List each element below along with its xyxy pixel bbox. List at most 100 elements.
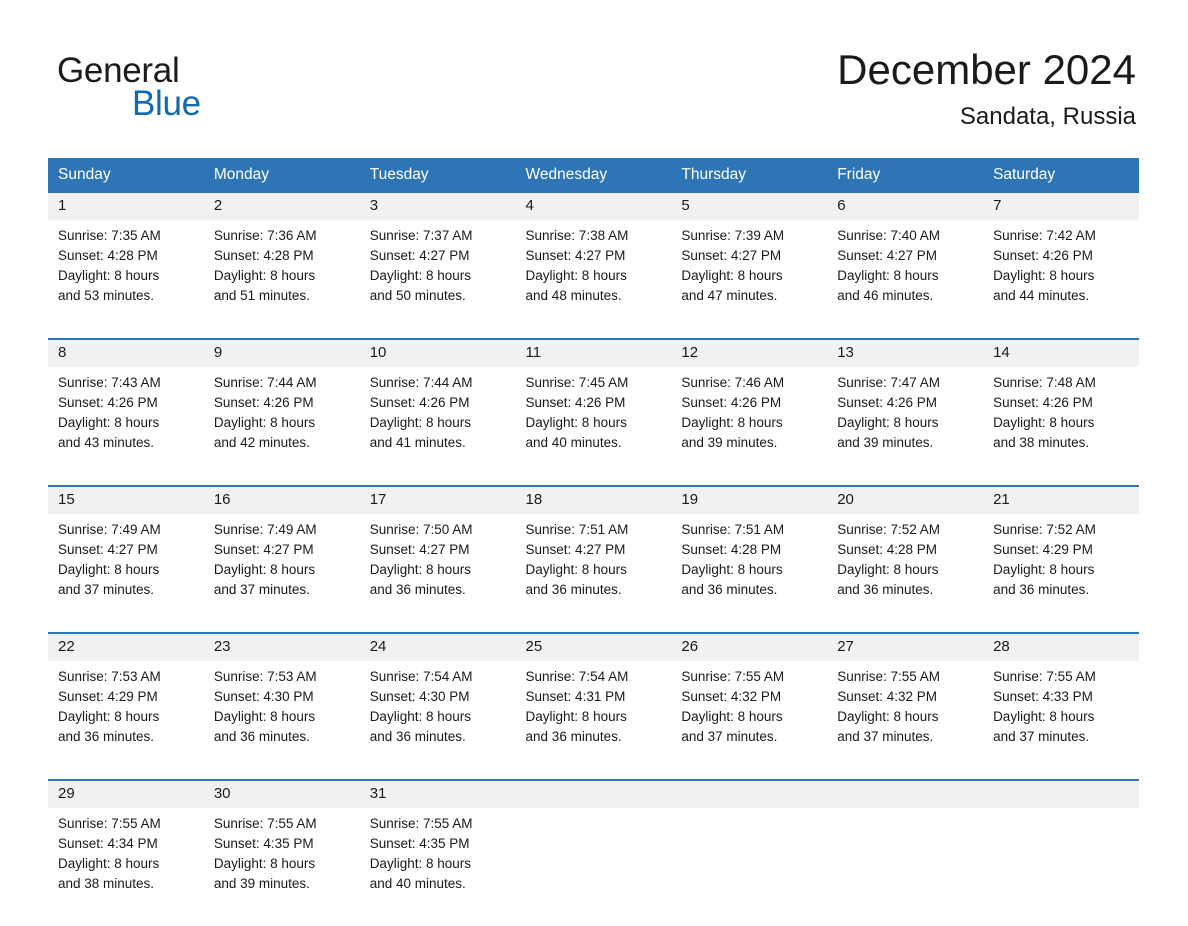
day-number[interactable]: 3 bbox=[359, 193, 516, 220]
day-cell[interactable]: Sunrise: 7:55 AM Sunset: 4:33 PM Dayligh… bbox=[983, 661, 1139, 780]
daylight-text-cont: and 51 minutes. bbox=[213, 288, 310, 303]
day-cell[interactable]: Sunrise: 7:54 AM Sunset: 4:31 PM Dayligh… bbox=[515, 661, 672, 780]
day-number[interactable]: 25 bbox=[515, 632, 672, 661]
day-cell[interactable]: Sunrise: 7:52 AM Sunset: 4:28 PM Dayligh… bbox=[827, 514, 984, 633]
day-number[interactable]: 24 bbox=[359, 632, 516, 661]
day-number[interactable]: 2 bbox=[203, 193, 360, 220]
day-number[interactable]: 30 bbox=[203, 779, 360, 808]
daylight-text-cont: and 36 minutes. bbox=[525, 729, 622, 744]
day-cell[interactable]: Sunrise: 7:54 AM Sunset: 4:30 PM Dayligh… bbox=[359, 661, 516, 780]
day-number[interactable]: 4 bbox=[515, 193, 672, 220]
day-cell[interactable]: Sunrise: 7:49 AM Sunset: 4:27 PM Dayligh… bbox=[48, 514, 204, 633]
sunset-text: Sunset: 4:27 PM bbox=[58, 542, 158, 557]
day-cell[interactable]: Sunrise: 7:36 AM Sunset: 4:28 PM Dayligh… bbox=[203, 220, 360, 339]
day-cell[interactable]: Sunrise: 7:43 AM Sunset: 4:26 PM Dayligh… bbox=[48, 367, 204, 486]
daylight-text-cont: and 36 minutes. bbox=[837, 582, 934, 597]
day-number[interactable]: 31 bbox=[359, 779, 516, 808]
sunset-text: Sunset: 4:26 PM bbox=[525, 395, 626, 410]
day-number[interactable]: 22 bbox=[48, 632, 204, 661]
daylight-text-cont: and 40 minutes. bbox=[525, 435, 622, 450]
sunrise-text: Sunrise: 7:49 AM bbox=[58, 522, 161, 537]
day-number[interactable]: 5 bbox=[671, 193, 828, 220]
sunset-text: Sunset: 4:32 PM bbox=[681, 689, 782, 704]
sunset-text: Sunset: 4:27 PM bbox=[213, 542, 314, 557]
day-cell[interactable]: Sunrise: 7:55 AM Sunset: 4:32 PM Dayligh… bbox=[671, 661, 828, 780]
day-cell[interactable]: Sunrise: 7:55 AM Sunset: 4:35 PM Dayligh… bbox=[359, 808, 516, 926]
day-cell[interactable]: Sunrise: 7:37 AM Sunset: 4:27 PM Dayligh… bbox=[359, 220, 516, 339]
sunrise-text: Sunrise: 7:44 AM bbox=[369, 375, 473, 390]
daylight-text: Daylight: 8 hours bbox=[681, 709, 783, 724]
day-number[interactable]: 12 bbox=[671, 338, 828, 367]
day-cell[interactable]: Sunrise: 7:44 AM Sunset: 4:26 PM Dayligh… bbox=[203, 367, 360, 486]
day-number[interactable]: 17 bbox=[359, 485, 516, 514]
weekday-header-tuesday: Tuesday bbox=[359, 158, 516, 193]
page-title: December 2024 bbox=[837, 46, 1136, 93]
day-number[interactable]: 19 bbox=[671, 485, 828, 514]
day-number[interactable]: 10 bbox=[359, 338, 516, 367]
day-number[interactable]: 29 bbox=[48, 779, 204, 808]
day-cell[interactable]: Sunrise: 7:53 AM Sunset: 4:29 PM Dayligh… bbox=[48, 661, 204, 780]
sunrise-text: Sunrise: 7:52 AM bbox=[837, 522, 941, 537]
daylight-text: Daylight: 8 hours bbox=[681, 415, 783, 430]
day-number[interactable]: 20 bbox=[827, 485, 984, 514]
day-number[interactable]: 8 bbox=[48, 338, 204, 367]
day-cell[interactable]: Sunrise: 7:39 AM Sunset: 4:27 PM Dayligh… bbox=[671, 220, 828, 339]
day-number[interactable]: 14 bbox=[983, 338, 1139, 367]
daylight-text: Daylight: 8 hours bbox=[837, 562, 939, 577]
general-blue-logo[interactable]: General Blue bbox=[57, 52, 257, 124]
day-number[interactable]: 15 bbox=[48, 485, 204, 514]
day-cell[interactable]: Sunrise: 7:38 AM Sunset: 4:27 PM Dayligh… bbox=[515, 220, 672, 339]
day-number[interactable]: 6 bbox=[827, 193, 984, 220]
day-cell[interactable]: Sunrise: 7:55 AM Sunset: 4:34 PM Dayligh… bbox=[48, 808, 204, 926]
day-cell[interactable]: Sunrise: 7:55 AM Sunset: 4:35 PM Dayligh… bbox=[203, 808, 360, 926]
daylight-text-cont: and 36 minutes. bbox=[213, 729, 310, 744]
day-number[interactable]: 27 bbox=[827, 632, 984, 661]
day-number[interactable]: 9 bbox=[203, 338, 360, 367]
day-number[interactable]: 13 bbox=[827, 338, 984, 367]
day-cell[interactable]: Sunrise: 7:48 AM Sunset: 4:26 PM Dayligh… bbox=[983, 367, 1139, 486]
day-cell[interactable]: Sunrise: 7:46 AM Sunset: 4:26 PM Dayligh… bbox=[671, 367, 828, 486]
day-cell[interactable]: Sunrise: 7:35 AM Sunset: 4:28 PM Dayligh… bbox=[48, 220, 204, 339]
day-cell[interactable]: Sunrise: 7:55 AM Sunset: 4:32 PM Dayligh… bbox=[827, 661, 984, 780]
day-cell[interactable]: Sunrise: 7:47 AM Sunset: 4:26 PM Dayligh… bbox=[827, 367, 984, 486]
day-cell[interactable]: Sunrise: 7:50 AM Sunset: 4:27 PM Dayligh… bbox=[359, 514, 516, 633]
day-cell[interactable]: Sunrise: 7:42 AM Sunset: 4:26 PM Dayligh… bbox=[983, 220, 1139, 339]
daylight-text-cont: and 36 minutes. bbox=[993, 582, 1090, 597]
daylight-text: Daylight: 8 hours bbox=[525, 562, 627, 577]
day-cell[interactable]: Sunrise: 7:44 AM Sunset: 4:26 PM Dayligh… bbox=[359, 367, 516, 486]
daylight-text: Daylight: 8 hours bbox=[525, 709, 627, 724]
sunrise-text: Sunrise: 7:35 AM bbox=[58, 228, 161, 243]
sunset-text: Sunset: 4:26 PM bbox=[58, 395, 158, 410]
sunrise-text: Sunrise: 7:51 AM bbox=[681, 522, 785, 537]
day-cell[interactable]: Sunrise: 7:51 AM Sunset: 4:28 PM Dayligh… bbox=[671, 514, 828, 633]
daylight-text: Daylight: 8 hours bbox=[369, 415, 471, 430]
weekday-header-monday: Monday bbox=[203, 158, 360, 193]
day-number[interactable]: 28 bbox=[983, 632, 1139, 661]
day-number[interactable]: 7 bbox=[983, 193, 1139, 220]
sunrise-text: Sunrise: 7:42 AM bbox=[993, 228, 1096, 243]
sunrise-text: Sunrise: 7:36 AM bbox=[213, 228, 317, 243]
day-number[interactable]: 21 bbox=[983, 485, 1139, 514]
calendar-body: 1 2 3 4 5 6 7 Sunrise: 7:35 AM Sunset: 4… bbox=[48, 193, 1139, 926]
daylight-text-cont: and 41 minutes. bbox=[369, 435, 466, 450]
day-number[interactable]: 11 bbox=[515, 338, 672, 367]
week-row-details: Sunrise: 7:55 AM Sunset: 4:34 PM Dayligh… bbox=[48, 808, 1139, 926]
day-number[interactable]: 18 bbox=[515, 485, 672, 514]
day-cell[interactable]: Sunrise: 7:45 AM Sunset: 4:26 PM Dayligh… bbox=[515, 367, 672, 486]
sunset-text: Sunset: 4:28 PM bbox=[58, 248, 158, 263]
weekday-header-thursday: Thursday bbox=[671, 158, 828, 193]
day-number[interactable]: 16 bbox=[203, 485, 360, 514]
day-cell[interactable]: Sunrise: 7:52 AM Sunset: 4:29 PM Dayligh… bbox=[983, 514, 1139, 633]
day-number[interactable]: 1 bbox=[48, 193, 204, 220]
daylight-text-cont: and 53 minutes. bbox=[58, 288, 155, 303]
day-number[interactable]: 23 bbox=[203, 632, 360, 661]
sunset-text: Sunset: 4:30 PM bbox=[369, 689, 470, 704]
day-cell[interactable]: Sunrise: 7:51 AM Sunset: 4:27 PM Dayligh… bbox=[515, 514, 672, 633]
sunrise-text: Sunrise: 7:55 AM bbox=[58, 816, 161, 831]
day-number[interactable]: 26 bbox=[671, 632, 828, 661]
day-cell[interactable]: Sunrise: 7:53 AM Sunset: 4:30 PM Dayligh… bbox=[203, 661, 360, 780]
day-cell[interactable]: Sunrise: 7:40 AM Sunset: 4:27 PM Dayligh… bbox=[827, 220, 984, 339]
daylight-text-cont: and 36 minutes. bbox=[681, 582, 778, 597]
sunset-text: Sunset: 4:29 PM bbox=[58, 689, 158, 704]
day-cell[interactable]: Sunrise: 7:49 AM Sunset: 4:27 PM Dayligh… bbox=[203, 514, 360, 633]
